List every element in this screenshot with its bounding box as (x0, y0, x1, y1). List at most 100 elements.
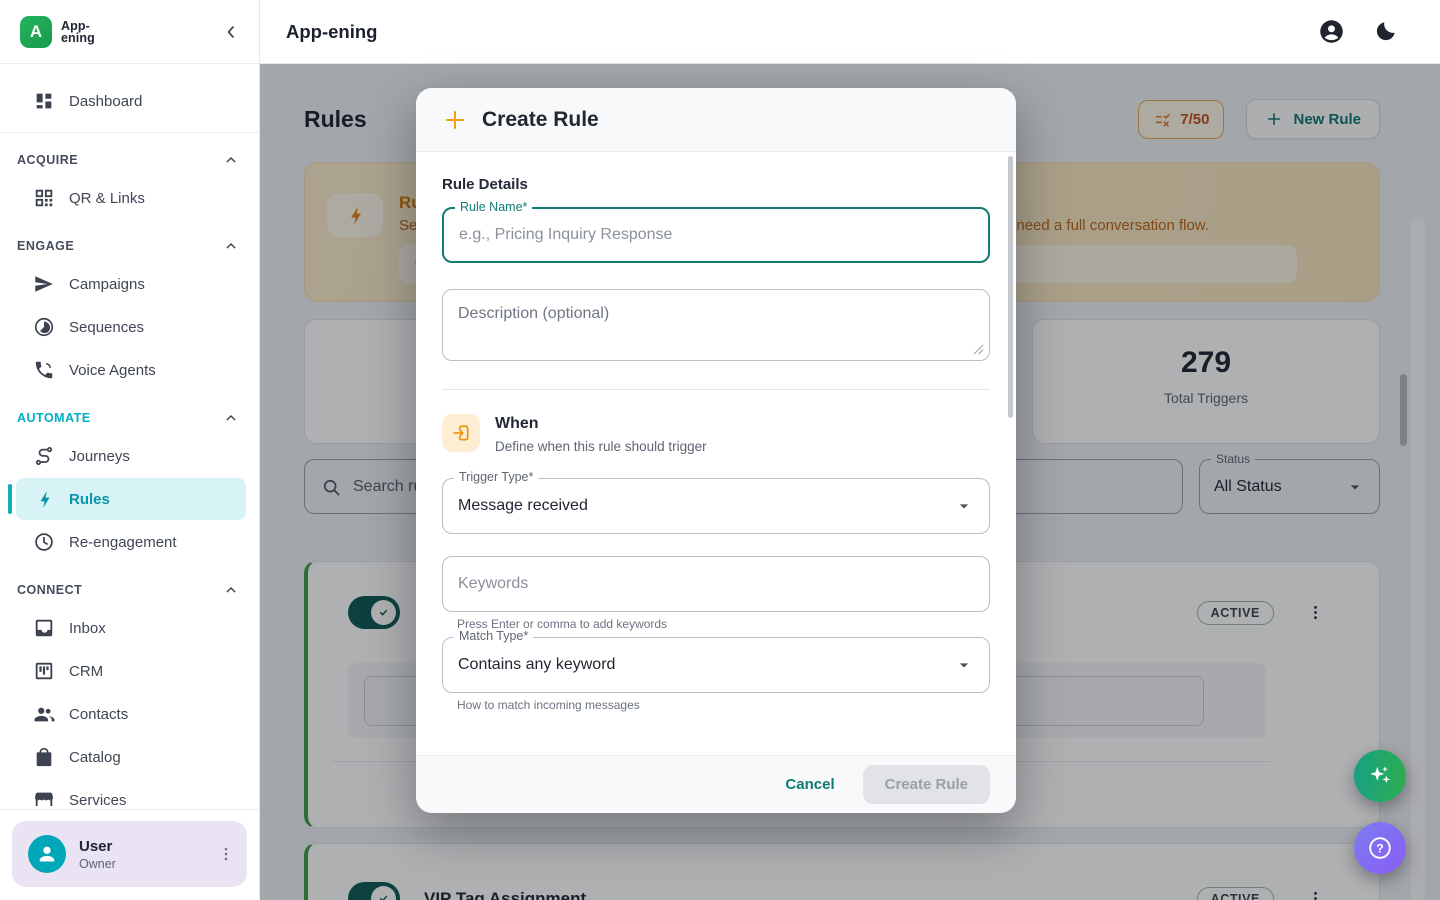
sidebar-item-qr-links[interactable]: QR & Links (16, 177, 246, 219)
sidebar-item-contacts[interactable]: Contacts (16, 693, 246, 735)
rule-details-heading: Rule Details (442, 176, 990, 193)
avatar (28, 835, 66, 873)
people-icon (33, 703, 55, 725)
sidebar-item-campaigns[interactable]: Campaigns (16, 263, 246, 305)
help-icon: ? (1366, 834, 1394, 862)
plus-icon (442, 107, 468, 133)
sidebar-section-connect[interactable]: CONNECT (0, 573, 259, 605)
sidebar-item-catalog[interactable]: Catalog (16, 736, 246, 778)
modal-title: Create Rule (482, 108, 599, 132)
sidebar-item-label: Re-engagement (69, 534, 177, 551)
logo-text-top: App- (61, 20, 95, 32)
user-card[interactable]: User Owner (12, 821, 247, 887)
chevron-up-icon (223, 238, 239, 254)
rule-name-input[interactable] (459, 226, 973, 244)
when-section-header: When Define when this rule should trigge… (442, 414, 990, 454)
sidebar-item-label: Rules (69, 491, 110, 508)
sidebar-item-crm[interactable]: CRM (16, 650, 246, 692)
moon-icon (1373, 19, 1398, 44)
keywords-helper: Press Enter or comma to add keywords (457, 617, 975, 631)
sidebar-section-engage[interactable]: ENGAGE (0, 229, 259, 261)
sidebar-item-label: Dashboard (69, 93, 142, 110)
logo-text-bottom: ening (61, 32, 95, 44)
modal-scrollbar-thumb[interactable] (1008, 156, 1013, 418)
chevron-down-icon (954, 496, 974, 516)
modal-header: Create Rule (416, 88, 1016, 152)
sidebar-item-label: Voice Agents (69, 362, 156, 379)
shopping-bag-icon (33, 746, 55, 768)
route-icon (33, 445, 55, 467)
sidebar-section-acquire[interactable]: ACQUIRE (0, 143, 259, 175)
app-logo-text: App- ening (61, 20, 95, 44)
sidebar-item-label: Campaigns (69, 276, 145, 293)
divider (0, 132, 259, 133)
sidebar-header: A App- ening (0, 0, 259, 64)
divider (442, 389, 990, 390)
description-label: Description (optional) (458, 305, 609, 323)
when-subtitle: Define when this rule should trigger (495, 439, 707, 454)
trigger-type-label: Trigger Type* (454, 470, 538, 484)
user-meta: User Owner (79, 838, 116, 871)
dark-mode-toggle[interactable] (1373, 19, 1398, 44)
sidebar: A App- ening Dashboard ACQUIRE QR & Link… (0, 0, 260, 900)
user-role: Owner (79, 857, 116, 871)
phone-icon (33, 359, 55, 381)
sidebar-item-label: Sequences (69, 319, 144, 336)
trigger-entry-icon (442, 414, 480, 452)
match-type-helper: How to match incoming messages (457, 698, 975, 712)
trigger-type-value: Message received (458, 497, 588, 515)
rule-name-label: Rule Name* (455, 200, 532, 214)
sparkles-icon (1367, 763, 1393, 789)
inbox-icon (33, 617, 55, 639)
sidebar-item-label: Catalog (69, 749, 121, 766)
send-icon (33, 273, 55, 295)
create-rule-modal: Create Rule Rule Details Rule Name* Desc… (416, 88, 1016, 813)
sidebar-nav: Dashboard ACQUIRE QR & Links ENGAGE Camp… (0, 64, 259, 806)
when-title: When (495, 415, 707, 433)
account-button[interactable] (1318, 18, 1345, 45)
resize-handle-icon[interactable] (973, 344, 984, 355)
sidebar-item-label: Contacts (69, 706, 128, 723)
sidebar-item-label: CRM (69, 663, 103, 680)
description-field[interactable]: Description (optional) (442, 289, 990, 361)
sidebar-item-voice-agents[interactable]: Voice Agents (16, 349, 246, 391)
sidebar-item-journeys[interactable]: Journeys (16, 435, 246, 477)
cancel-button[interactable]: Cancel (771, 767, 848, 802)
user-name: User (79, 838, 116, 855)
sidebar-section-automate[interactable]: AUTOMATE (0, 401, 259, 433)
match-type-label: Match Type* (454, 629, 533, 643)
ai-assistant-fab[interactable] (1354, 750, 1406, 802)
chevron-up-icon (223, 152, 239, 168)
rule-name-field[interactable]: Rule Name* (442, 207, 990, 263)
chevron-up-icon (223, 582, 239, 598)
trigger-type-select[interactable]: Trigger Type* Message received (442, 478, 990, 534)
sidebar-collapse-button[interactable] (221, 22, 241, 42)
app-title: App-ening (286, 21, 377, 43)
keywords-field[interactable] (442, 556, 990, 612)
sidebar-item-label: QR & Links (69, 190, 145, 207)
chevron-up-icon (223, 410, 239, 426)
app-logo: A (20, 16, 52, 48)
modal-body: Rule Details Rule Name* Description (opt… (416, 152, 1016, 755)
qr-code-icon (33, 187, 55, 209)
help-fab[interactable]: ? (1354, 822, 1406, 874)
section-label: ACQUIRE (17, 153, 78, 167)
create-rule-submit-button[interactable]: Create Rule (863, 765, 990, 804)
sidebar-item-label: Services (69, 792, 127, 807)
sidebar-item-sequences[interactable]: Sequences (16, 306, 246, 348)
when-texts: When Define when this rule should trigge… (495, 414, 707, 454)
sidebar-item-re-engagement[interactable]: Re-engagement (16, 521, 246, 563)
section-label: AUTOMATE (17, 411, 91, 425)
keywords-input[interactable] (458, 575, 974, 593)
svg-text:?: ? (1376, 841, 1383, 855)
section-label: CONNECT (17, 583, 82, 597)
match-type-select[interactable]: Match Type* Contains any keyword (442, 637, 990, 693)
clock-icon (33, 531, 55, 553)
top-header: App-ening (260, 0, 1440, 64)
sidebar-item-dashboard[interactable]: Dashboard (16, 80, 246, 122)
sidebar-item-services[interactable]: Services (16, 779, 246, 806)
sidebar-item-rules[interactable]: Rules (16, 478, 246, 520)
user-menu-button[interactable] (217, 845, 235, 863)
sidebar-item-inbox[interactable]: Inbox (16, 607, 246, 649)
more-vert-icon (217, 845, 235, 863)
